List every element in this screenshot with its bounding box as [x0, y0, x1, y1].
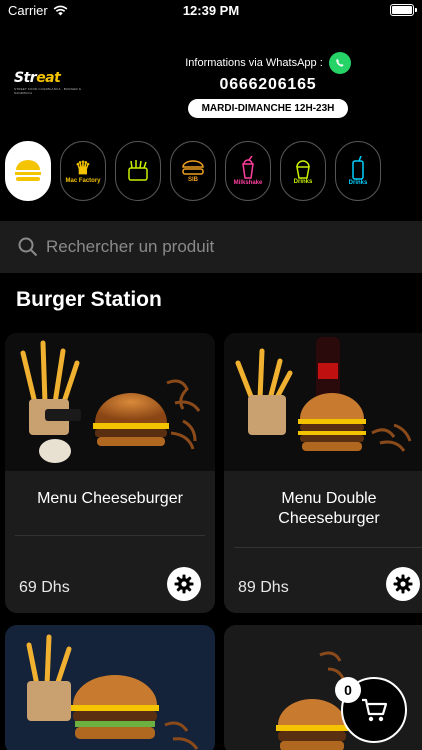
search-input[interactable]: Rechercher un produit [46, 237, 214, 257]
section-title: Burger Station [16, 288, 162, 311]
category-drinks-2[interactable]: Drinks [335, 141, 381, 201]
divider [15, 535, 205, 536]
cart-count-badge: 0 [335, 677, 361, 703]
divider [234, 547, 422, 548]
category-milkshake[interactable]: Milkshake [225, 141, 271, 201]
product-name: Menu Double Cheeseburger [278, 490, 380, 527]
whatsapp-label: Informations via WhatsApp : [185, 57, 323, 69]
product-price: 69 Dhs [19, 579, 70, 596]
burger-logo-icon [15, 160, 41, 181]
search-icon [18, 237, 38, 257]
gear-icon [393, 574, 413, 594]
mac-factory-icon: ♛ [74, 158, 92, 178]
product-card[interactable]: Menu Double Cheeseburger 89 Dhs [224, 333, 422, 613]
search-bar[interactable]: Rechercher un produit [0, 221, 422, 273]
product-image [224, 333, 422, 471]
phone-number[interactable]: 0666206165 [180, 76, 356, 94]
opening-hours-badge: MARDI-DIMANCHE 12H-23H [187, 99, 349, 118]
gear-icon [174, 574, 194, 594]
category-drinks[interactable]: Drinks [280, 141, 326, 201]
product-price: 89 Dhs [238, 579, 289, 596]
contact-block: Informations via WhatsApp : 0666206165 M… [180, 50, 356, 118]
dessert-icon [296, 160, 310, 179]
whatsapp-icon[interactable] [328, 52, 351, 74]
category-bar: ♛ Mac Factory SIB Milkshake Drinks Drink… [5, 141, 381, 201]
product-image [26, 634, 199, 750]
category-burger-station[interactable] [5, 141, 51, 201]
category-sib[interactable]: SIB [170, 141, 216, 201]
sandwich-icon [182, 160, 204, 175]
header: Streat STREET FOOD CASABLANCA · BURGER &… [0, 50, 422, 120]
product-name: Menu Cheeseburger [37, 490, 183, 507]
brand-logo: Streat STREET FOOD CASABLANCA · BURGER &… [14, 70, 82, 95]
options-button[interactable] [386, 567, 420, 601]
category-mac-factory[interactable]: ♛ Mac Factory [60, 141, 106, 201]
product-card[interactable]: Menu Cheeseburger 69 Dhs [5, 333, 215, 613]
product-card[interactable] [5, 625, 215, 750]
category-fries[interactable] [115, 141, 161, 201]
fries-icon [128, 160, 148, 181]
milkshake-icon [242, 156, 254, 179]
status-time: 12:39 PM [182, 3, 240, 18]
battery-icon [390, 4, 417, 16]
cart-icon [362, 698, 388, 722]
soda-can-icon [352, 156, 364, 180]
status-bar: Carrier 12:39 PM [0, 0, 422, 22]
product-image [5, 333, 215, 471]
options-button[interactable] [167, 567, 201, 601]
